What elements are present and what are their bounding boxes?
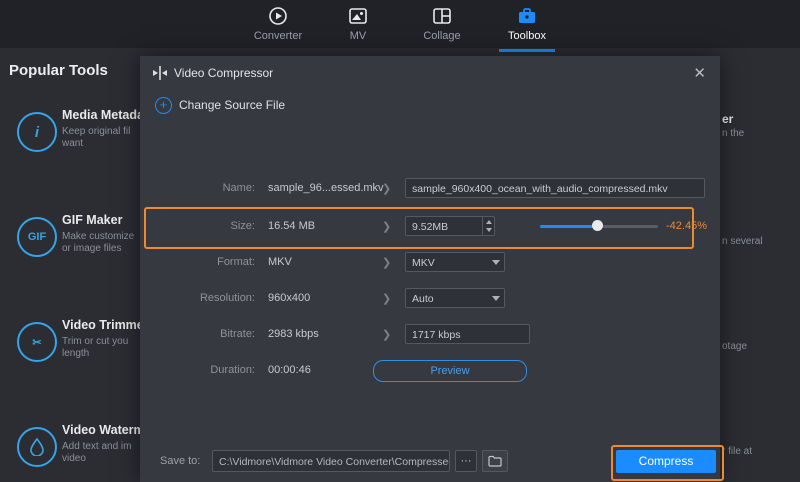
slider-fill — [540, 225, 597, 228]
tab-toolbox-label: Toolbox — [492, 30, 562, 42]
covered-card-text: er — [722, 112, 733, 126]
gif-icon: GIF — [17, 217, 57, 257]
size-slider[interactable] — [540, 216, 658, 236]
video-compressor-dialog: Video Compressor ✕ + Change Source File … — [140, 56, 720, 482]
covered-card-text: n the — [722, 128, 744, 139]
plus-circle-icon: + — [155, 97, 172, 114]
bitrate-label: Bitrate: — [150, 328, 255, 340]
dialog-title: Video Compressor — [174, 66, 273, 80]
bitrate-input[interactable]: 1717 kbps — [405, 324, 530, 344]
save-to-label: Save to: — [160, 455, 200, 467]
spinner-down-icon[interactable] — [486, 228, 492, 232]
tab-mv-label: MV — [323, 30, 393, 42]
info-icon: i — [17, 112, 57, 152]
tab-toolbox[interactable]: Toolbox — [492, 4, 562, 48]
name-current-value: sample_96...essed.mkv — [268, 182, 384, 194]
chevron-right-icon: ❯ — [382, 220, 391, 233]
tab-converter[interactable]: Converter — [243, 4, 313, 48]
chevron-right-icon: ❯ — [382, 292, 391, 305]
duration-value: 00:00:46 — [268, 364, 311, 376]
bitrate-current-value: 2983 kbps — [268, 328, 319, 340]
size-spinner[interactable] — [482, 217, 496, 235]
size-label: Size: — [150, 220, 255, 232]
browse-more-button[interactable]: ··· — [455, 450, 477, 472]
save-path-input[interactable]: C:\Vidmore\Vidmore Video Converter\Compr… — [212, 450, 450, 472]
size-reduction-percent: -42.45% — [666, 220, 707, 232]
active-tab-indicator — [499, 49, 555, 52]
compress-button[interactable]: Compress — [616, 450, 716, 473]
mv-icon — [323, 6, 393, 28]
tab-collage[interactable]: Collage — [407, 4, 477, 48]
chevron-right-icon: ❯ — [382, 256, 391, 269]
spinner-up-icon[interactable] — [486, 220, 492, 224]
dropdown-caret-icon — [492, 260, 500, 265]
close-icon[interactable]: ✕ — [689, 62, 710, 84]
chevron-right-icon: ❯ — [382, 328, 391, 341]
app-window: Converter MV Collage Toolbox Popular Too… — [0, 0, 800, 482]
tab-converter-label: Converter — [243, 30, 313, 42]
folder-icon — [488, 455, 502, 467]
size-current-value: 16.54 MB — [268, 220, 315, 232]
name-label: Name: — [150, 182, 255, 194]
video-compressor-icon — [152, 65, 168, 86]
preview-button[interactable]: Preview — [373, 360, 527, 382]
slider-handle[interactable] — [592, 220, 603, 231]
dropdown-caret-icon — [492, 296, 500, 301]
collage-icon — [407, 6, 477, 28]
resolution-current-value: 960x400 — [268, 292, 310, 304]
resolution-dropdown[interactable]: Auto — [405, 288, 505, 308]
covered-card-text: r file at — [722, 446, 752, 457]
converter-icon — [243, 6, 313, 28]
open-folder-button[interactable] — [482, 450, 508, 472]
water-drop-icon — [17, 427, 57, 467]
chevron-right-icon: ❯ — [382, 182, 391, 195]
covered-card-text: n several — [722, 236, 763, 247]
scissors-icon: ✂ — [17, 322, 57, 362]
popular-tools-heading: Popular Tools — [9, 62, 108, 79]
format-dropdown[interactable]: MKV — [405, 252, 505, 272]
duration-label: Duration: — [150, 364, 255, 376]
tab-mv[interactable]: MV — [323, 4, 393, 48]
format-label: Format: — [150, 256, 255, 268]
name-input[interactable]: sample_960x400_ocean_with_audio_compress… — [405, 178, 705, 198]
top-navigation-bar: Converter MV Collage Toolbox — [0, 0, 800, 48]
format-current-value: MKV — [268, 256, 292, 268]
tab-collage-label: Collage — [407, 30, 477, 42]
toolbox-icon — [492, 6, 562, 28]
covered-card-text: otage — [722, 341, 747, 352]
resolution-label: Resolution: — [150, 292, 255, 304]
